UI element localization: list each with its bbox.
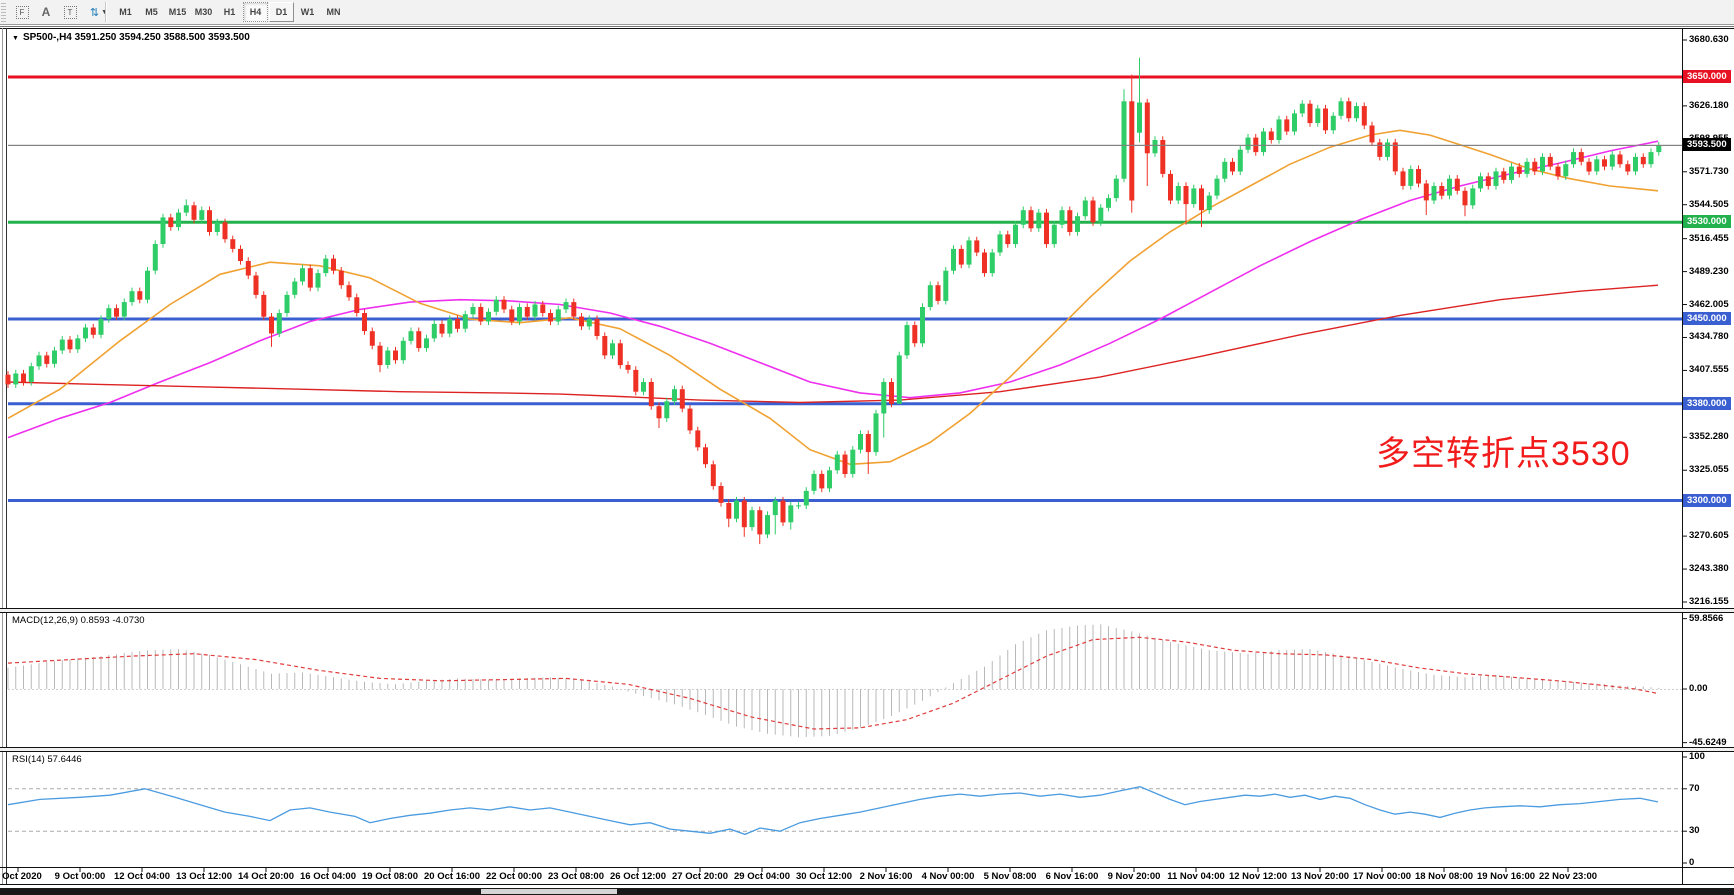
- time-axis-label: 4 Nov 00:00: [922, 871, 975, 883]
- time-axis-label: 17 Nov 00:00: [1353, 871, 1411, 883]
- macd-axis-label: 0.00: [1689, 683, 1708, 695]
- time-axis-label: 30 Oct 12:00: [796, 871, 852, 883]
- price-axis-label: 3680.630: [1689, 34, 1729, 46]
- time-axis-label: 9 Nov 20:00: [1108, 871, 1161, 883]
- time-axis-label: 22 Nov 23:00: [1539, 871, 1597, 883]
- mt4-window: FAT⇅▼ M1M5M15M30H1H4D1W1MN ▼SP500-,H4 35…: [0, 0, 1734, 895]
- time-axis-label: 19 Oct 08:00: [362, 871, 418, 883]
- price-axis-label: 3626.180: [1689, 100, 1729, 112]
- chart-title: ▼ SP500-,H4 3591.250 3594.250 3588.500 35…: [12, 32, 250, 43]
- time-axis-label: 19 Nov 16:00: [1477, 871, 1535, 883]
- time-axis-label: 23 Oct 08:00: [548, 871, 604, 883]
- macd-label: MACD(12,26,9) 0.8593 -4.0730: [12, 615, 145, 626]
- time-axis-label: 9 Oct 00:00: [55, 871, 106, 883]
- price-axis-label: 3434.780: [1689, 331, 1729, 343]
- chart-collapse-icon[interactable]: ▼: [12, 35, 19, 42]
- time-axis-label: 20 Oct 16:00: [424, 871, 480, 883]
- rsi-label: RSI(14) 57.6446: [12, 754, 82, 765]
- chart-annotation-text[interactable]: 多空转折点3530: [1376, 426, 1631, 475]
- time-axis-label: 13 Oct 12:00: [176, 871, 232, 883]
- price-axis-label: 3516.455: [1689, 233, 1729, 245]
- time-axis-label: 5 Nov 08:00: [984, 871, 1037, 883]
- rsi-axis-label: 100: [1689, 751, 1705, 763]
- price-axis-label: 3243.380: [1689, 563, 1729, 575]
- time-axis-label: 7 Oct 2020: [0, 871, 42, 883]
- rsi-axis-label: 30: [1689, 825, 1700, 837]
- h-scrollbar-thumb[interactable]: [481, 889, 617, 894]
- price-axis-label: 3544.505: [1689, 199, 1729, 211]
- time-axis-label: 13 Nov 20:00: [1291, 871, 1349, 883]
- time-axis-label: 6 Nov 16:00: [1046, 871, 1099, 883]
- time-axis-label: 2 Nov 16:00: [860, 871, 913, 883]
- h-scrollbar-track[interactable]: [0, 888, 1734, 895]
- price-level-badge: 3593.500: [1683, 138, 1731, 151]
- price-level-badge: 3530.000: [1683, 215, 1731, 228]
- time-axis-label: 12 Nov 12:00: [1229, 871, 1287, 883]
- price-axis-label: 3489.230: [1689, 266, 1729, 278]
- time-axis-label: 27 Oct 20:00: [672, 871, 728, 883]
- time-axis-label: 16 Oct 04:00: [300, 871, 356, 883]
- macd-axis-label: 59.8566: [1689, 613, 1723, 625]
- time-axis-label: 22 Oct 00:00: [486, 871, 542, 883]
- price-level-badge: 3650.000: [1683, 70, 1731, 83]
- price-axis-label: 3216.155: [1689, 596, 1729, 608]
- time-axis-label: 26 Oct 12:00: [610, 871, 666, 883]
- price-level-badge: 3380.000: [1683, 397, 1731, 410]
- rsi-axis-label: 0: [1689, 857, 1694, 869]
- time-axis-label: 29 Oct 04:00: [734, 871, 790, 883]
- rsi-axis-label: 70: [1689, 783, 1700, 795]
- price-level-badge: 3450.000: [1683, 312, 1731, 325]
- time-axis-label: 12 Oct 04:00: [114, 871, 170, 883]
- time-axis-label: 14 Oct 20:00: [238, 871, 294, 883]
- time-axis-label: 11 Nov 04:00: [1167, 871, 1225, 883]
- chart-title-text: SP500-,H4 3591.250 3594.250 3588.500 359…: [23, 32, 250, 43]
- macd-axis-label: -45.6249: [1689, 737, 1727, 749]
- price-axis-label: 3352.280: [1689, 431, 1729, 443]
- price-axis-label: 3270.605: [1689, 530, 1729, 542]
- price-axis-label: 3571.730: [1689, 166, 1729, 178]
- price-axis-label: 3407.555: [1689, 364, 1729, 376]
- time-axis-label: 18 Nov 08:00: [1415, 871, 1473, 883]
- price-axis-label: 3325.055: [1689, 464, 1729, 476]
- price-level-badge: 3300.000: [1683, 494, 1731, 507]
- price-axis-label: 3462.005: [1689, 299, 1729, 311]
